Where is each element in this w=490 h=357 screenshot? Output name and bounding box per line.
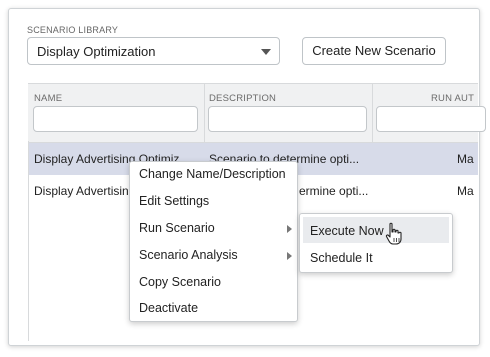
submenu-item-schedule-it[interactable]: Schedule It bbox=[310, 251, 373, 265]
column-header-name[interactable]: NAME bbox=[34, 93, 62, 104]
column-header-description[interactable]: DESCRIPTION bbox=[209, 93, 276, 104]
menu-item-run-scenario[interactable]: Run Scenario bbox=[139, 221, 215, 235]
row-name: Display Advertisin bbox=[34, 184, 129, 198]
run-scenario-submenu: Execute Now Schedule It bbox=[299, 213, 453, 273]
chevron-right-icon bbox=[287, 252, 292, 260]
name-filter-input[interactable] bbox=[33, 106, 198, 132]
chevron-down-icon bbox=[261, 49, 271, 55]
menu-item-scenario-analysis[interactable]: Scenario Analysis bbox=[139, 248, 238, 262]
run-auto-filter-input[interactable] bbox=[376, 106, 486, 132]
menu-item-deactivate[interactable]: Deactivate bbox=[139, 301, 198, 315]
grid-header: NAME DESCRIPTION RUN AUT bbox=[28, 83, 486, 143]
hand-pointer-icon bbox=[385, 222, 402, 245]
chevron-right-icon bbox=[287, 225, 292, 233]
menu-item-edit-settings[interactable]: Edit Settings bbox=[139, 194, 209, 208]
row-run-auto: Ma bbox=[457, 184, 474, 198]
description-filter-input[interactable] bbox=[208, 106, 367, 132]
column-divider[interactable] bbox=[372, 84, 373, 142]
submenu-item-execute-now[interactable]: Execute Now bbox=[310, 224, 384, 238]
scenario-context-menu: Change Name/Description Edit Settings Ru… bbox=[129, 161, 298, 322]
row-run-auto: Ma bbox=[457, 152, 474, 166]
row-description: ermine opti... bbox=[299, 184, 369, 198]
scenario-library-label: SCENARIO LIBRARY bbox=[27, 25, 119, 35]
scenario-library-selected-value: Display Optimization bbox=[37, 44, 156, 59]
menu-item-change-name-description[interactable]: Change Name/Description bbox=[139, 167, 286, 181]
menu-item-copy-scenario[interactable]: Copy Scenario bbox=[139, 275, 221, 289]
scenario-library-select[interactable]: Display Optimization bbox=[27, 37, 280, 65]
create-new-scenario-button[interactable]: Create New Scenario bbox=[302, 37, 446, 65]
column-divider[interactable] bbox=[204, 84, 205, 142]
column-header-run-auto[interactable]: RUN AUT bbox=[431, 93, 474, 104]
